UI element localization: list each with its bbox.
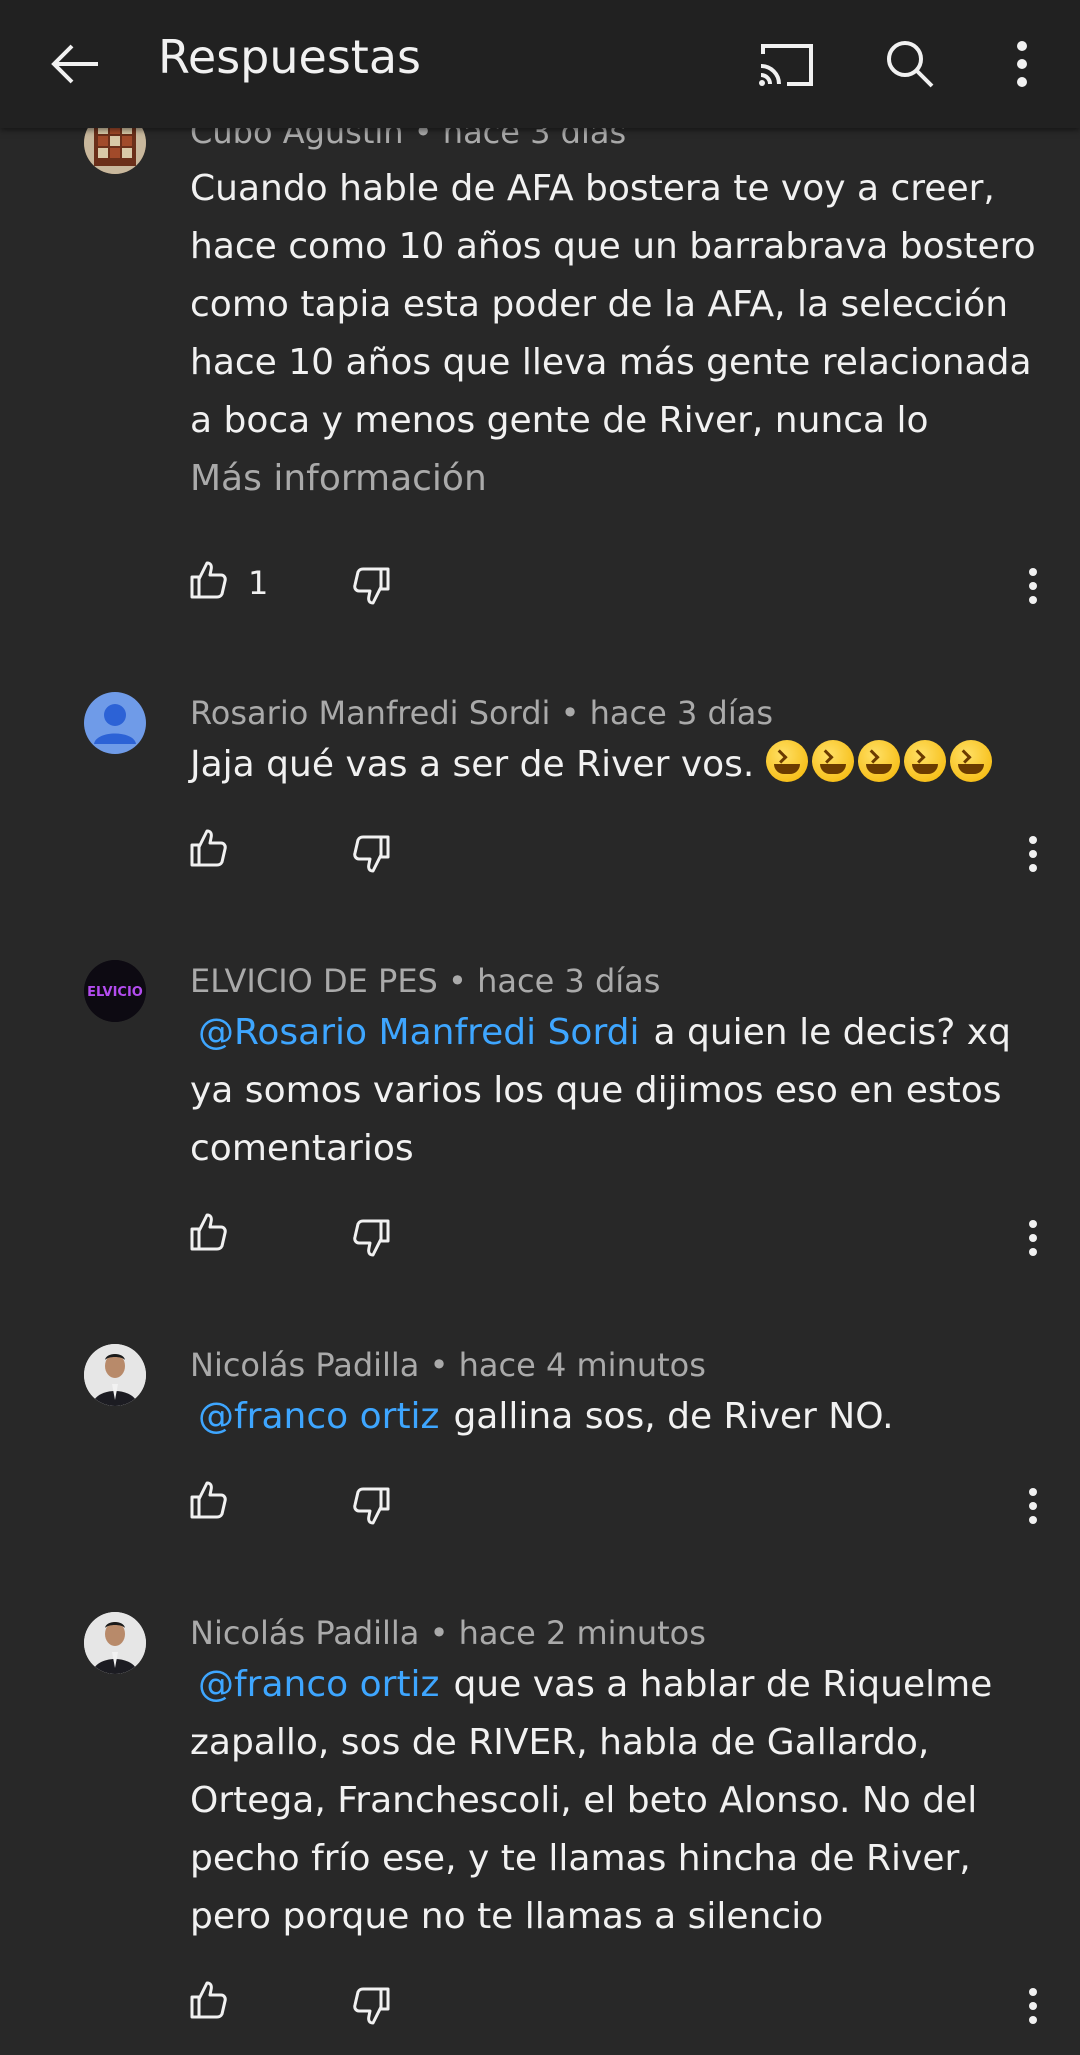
arrow-left-icon — [51, 44, 98, 84]
comment-actions — [0, 1480, 1080, 1540]
thumbs-up-icon — [190, 1981, 227, 2019]
more-vert-icon — [1029, 1488, 1037, 1524]
comment-body: gallina sos, de River NO. — [453, 1396, 894, 1437]
mention-link[interactable]: @Rosario Manfredi Sordi — [198, 1012, 639, 1053]
comment-more-button[interactable] — [1016, 828, 1050, 880]
more-vert-icon — [1029, 1988, 1037, 2024]
timestamp: hace 3 días — [589, 694, 773, 732]
top-app-bar: Respuestas — [0, 0, 1080, 128]
cast-icon — [759, 44, 813, 86]
thumbs-down-icon — [353, 567, 390, 605]
like-button[interactable] — [188, 1480, 238, 1530]
comment-text: Jaja qué vas a ser de River vos. — [190, 736, 1040, 794]
thumbs-up-icon — [190, 561, 227, 599]
reply-comment: Rosario Manfredi Sordi • hace 3 días Jaj… — [0, 680, 1080, 920]
like-button[interactable] — [188, 1212, 238, 1262]
more-vert-icon — [1029, 1220, 1037, 1256]
avatar[interactable]: ELVICIO — [84, 960, 146, 1022]
like-button[interactable] — [188, 560, 238, 610]
like-button[interactable] — [188, 1980, 238, 2030]
comment-actions — [0, 828, 1080, 888]
laughing-emoji-icon — [765, 740, 996, 785]
author-name[interactable]: Nicolás Padilla — [190, 1614, 419, 1652]
more-vert-icon — [1017, 41, 1027, 87]
page-title: Respuestas — [158, 30, 421, 84]
timestamp: hace 4 minutos — [458, 1346, 706, 1384]
read-more-link[interactable]: Más información — [190, 458, 487, 499]
like-button[interactable] — [188, 828, 238, 878]
comment-body: Cuando hable de AFA bostera te voy a cre… — [190, 168, 1036, 441]
thumbs-down-icon — [353, 1487, 390, 1525]
comment-more-button[interactable] — [1016, 1980, 1050, 2032]
dislike-button[interactable] — [352, 1486, 402, 1536]
comment-text: Cuando hable de AFA bostera te voy a cre… — [190, 160, 1040, 508]
timestamp: hace 2 minutos — [458, 1614, 706, 1652]
dislike-button[interactable] — [352, 834, 402, 884]
elvicio-logo-avatar: ELVICIO — [84, 960, 146, 1022]
comment-actions: 1 — [0, 560, 1080, 620]
user-photo-avatar — [84, 1612, 146, 1674]
avatar[interactable] — [84, 1344, 146, 1406]
like-count: 1 — [248, 564, 269, 602]
comment-actions — [0, 1212, 1080, 1272]
comment-meta: Nicolás Padilla • hace 2 minutos — [190, 1614, 706, 1652]
thumbs-down-icon — [353, 1219, 390, 1257]
comment-text: @Rosario Manfredi Sordi a quien le decis?… — [190, 1004, 1040, 1178]
cast-button[interactable] — [748, 30, 824, 100]
author-name[interactable]: Nicolás Padilla — [190, 1346, 419, 1384]
user-photo-avatar — [84, 1344, 146, 1406]
search-button[interactable] — [872, 28, 948, 100]
thumbs-down-icon — [353, 1987, 390, 2025]
comment-text: @franco ortiz que vas a hablar de Riquelm… — [190, 1656, 1040, 1946]
comment-more-button[interactable] — [1016, 1212, 1050, 1264]
search-icon — [887, 41, 934, 88]
thumbs-up-icon — [190, 829, 227, 867]
author-name[interactable]: Rosario Manfredi Sordi — [190, 694, 550, 732]
mention-link[interactable]: @franco ortiz — [198, 1396, 439, 1437]
comment-more-button[interactable] — [1016, 1480, 1050, 1532]
dislike-button[interactable] — [352, 1218, 402, 1268]
avatar[interactable] — [84, 692, 146, 754]
thumbs-down-icon — [353, 835, 390, 873]
comment-text: @franco ortiz gallina sos, de River NO. — [190, 1388, 1040, 1446]
comment-actions — [0, 1980, 1080, 2040]
thumbs-up-icon — [190, 1481, 227, 1519]
reply-comment: Nicolás Padilla • hace 2 minutos @franco… — [0, 1600, 1080, 2055]
more-vert-icon — [1029, 568, 1037, 604]
mention-link[interactable]: @franco ortiz — [198, 1664, 439, 1705]
more-options-button[interactable] — [1000, 28, 1044, 100]
comment-meta: Nicolás Padilla • hace 4 minutos — [190, 1346, 706, 1384]
dislike-button[interactable] — [352, 1986, 402, 2036]
reply-comment: ELVICIO ELVICIO DE PES • hace 3 días @Ro… — [0, 948, 1080, 1308]
thumbs-up-icon — [190, 1213, 227, 1251]
reply-comment: Nicolás Padilla • hace 4 minutos @franco… — [0, 1332, 1080, 1572]
default-user-avatar-icon — [94, 704, 136, 744]
back-button[interactable] — [40, 24, 112, 104]
timestamp: hace 3 días — [477, 962, 661, 1000]
comment-meta: Rosario Manfredi Sordi • hace 3 días — [190, 694, 773, 732]
avatar-logo-text: ELVICIO — [87, 985, 143, 1000]
comment-more-button[interactable] — [1016, 560, 1050, 612]
comment-meta: ELVICIO DE PES • hace 3 días — [190, 962, 661, 1000]
comment-body: Jaja qué vas a ser de River vos. — [190, 744, 755, 785]
more-vert-icon — [1029, 836, 1037, 872]
dislike-button[interactable] — [352, 566, 402, 616]
author-name[interactable]: ELVICIO DE PES — [190, 962, 438, 1000]
avatar[interactable] — [84, 1612, 146, 1674]
